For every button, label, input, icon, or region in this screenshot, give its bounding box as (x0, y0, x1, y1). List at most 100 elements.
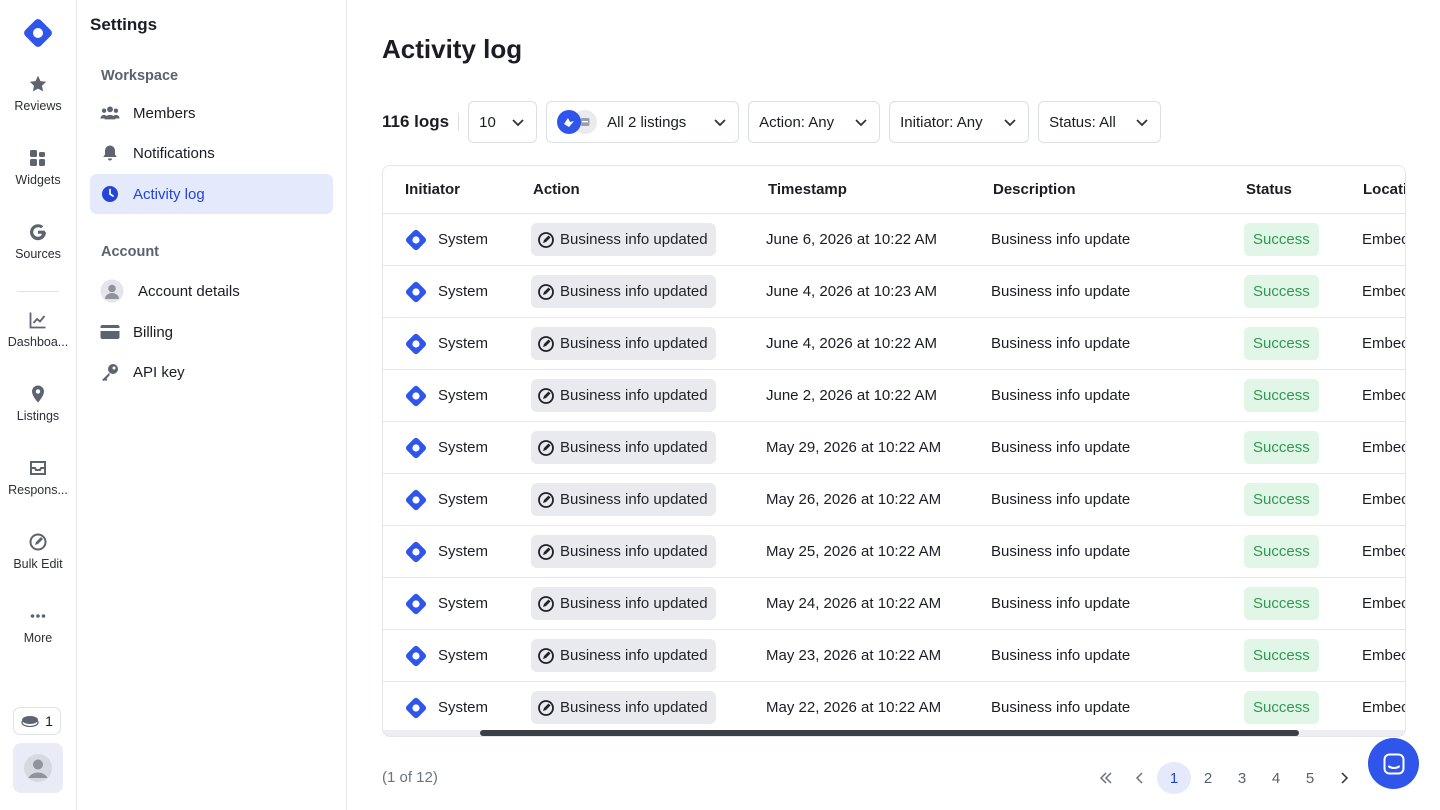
rail-item-bulk-edit[interactable]: Bulk Edit (0, 532, 76, 571)
status-filter[interactable]: Status: All (1038, 101, 1162, 143)
next-page-button[interactable] (1327, 762, 1361, 794)
bell-icon (103, 145, 117, 161)
edit-icon (538, 387, 554, 404)
column-header-location[interactable]: Locati (1363, 166, 1405, 214)
action-filter[interactable]: Action: Any (748, 101, 881, 143)
rail-item-listings[interactable]: Listings (0, 384, 76, 423)
rail-item-responses[interactable]: Respons... (0, 458, 76, 497)
page-button-5[interactable]: 5 (1293, 762, 1327, 794)
system-logo-icon (405, 437, 427, 458)
status-badge: Success (1244, 379, 1319, 412)
cell-location: Embec (1362, 335, 1406, 352)
rail-item-label: Sources (15, 247, 61, 261)
credits-counter[interactable]: 1 (13, 707, 61, 735)
settings-item-account-details[interactable]: Account details (90, 271, 333, 311)
credits-count: 1 (45, 713, 53, 729)
status-badge: Success (1244, 431, 1319, 464)
user-avatar-button[interactable] (13, 743, 63, 793)
settings-item-notifications[interactable]: Notifications (90, 133, 333, 173)
column-header-description[interactable]: Description (993, 166, 1076, 214)
cell-description: Business info update (991, 647, 1131, 664)
more-icon (30, 614, 46, 618)
cell-timestamp: June 6, 2026 at 10:22 AM (766, 231, 937, 248)
rail-item-dashboard[interactable]: Dashboa... (0, 310, 76, 349)
cell-initiator: System (403, 370, 488, 421)
cell-location: Embec (1362, 647, 1406, 664)
table-row[interactable]: System Business info updated May 26, 202… (383, 474, 1405, 526)
cell-timestamp: May 22, 2026 at 10:22 AM (766, 699, 942, 716)
prev-page-button[interactable] (1123, 762, 1157, 794)
table-row[interactable]: System Business info updated June 6, 202… (383, 214, 1405, 266)
settings-item-billing[interactable]: Billing (90, 312, 333, 352)
action-tag: Business info updated (531, 587, 716, 620)
chevron-down-icon (512, 119, 524, 127)
cell-timestamp: May 23, 2026 at 10:22 AM (766, 647, 942, 664)
cell-initiator: System (403, 266, 488, 317)
app-logo-icon[interactable] (22, 17, 54, 49)
cell-status: Success (1244, 474, 1319, 525)
initiator-name: System (438, 491, 489, 508)
rail-divider (17, 291, 59, 292)
cell-location: Embec (1362, 387, 1406, 404)
action-tag: Business info updated (531, 275, 716, 308)
chevron-left-icon (1135, 772, 1143, 784)
action-tag: Business info updated (531, 223, 716, 256)
chevron-down-icon (1136, 119, 1148, 127)
table-row[interactable]: System Business info updated May 25, 202… (383, 526, 1405, 578)
cell-timestamp: June 4, 2026 at 10:23 AM (766, 283, 937, 300)
action-label: Business info updated (560, 283, 708, 300)
action-label: Business info updated (560, 387, 708, 404)
column-header-action[interactable]: Action (533, 166, 580, 214)
column-header-status[interactable]: Status (1246, 166, 1292, 214)
action-tag: Business info updated (531, 691, 716, 724)
action-tag: Business info updated (531, 483, 716, 516)
cell-initiator: System (403, 526, 488, 577)
table-row[interactable]: System Business info updated May 23, 202… (383, 630, 1406, 682)
rail-item-label: Dashboa... (7, 335, 69, 349)
cell-description: Business info update (991, 439, 1131, 456)
settings-item-label: Activity log (133, 185, 205, 203)
page-button-3[interactable]: 3 (1225, 762, 1259, 794)
action-tag: Business info updated (531, 535, 716, 568)
star-icon (29, 75, 47, 92)
page-button-2[interactable]: 2 (1191, 762, 1225, 794)
column-header-initiator[interactable]: Initiator (405, 166, 460, 214)
chat-launcher-button[interactable] (1368, 738, 1419, 789)
listings-filter[interactable]: All 2 listings (546, 101, 740, 143)
page-button-1[interactable]: 1 (1157, 762, 1191, 794)
status-badge: Success (1244, 275, 1319, 308)
cell-timestamp: May 25, 2026 at 10:22 AM (766, 543, 942, 560)
filter-toolbar: 116 logs 10 All 2 listings Action: Any I… (382, 101, 1170, 143)
column-header-timestamp[interactable]: Timestamp (768, 166, 847, 214)
system-logo-icon (405, 281, 427, 302)
table-row[interactable]: System Business info updated June 4, 202… (383, 318, 1406, 370)
table-row[interactable]: System Business info updated June 2, 202… (383, 370, 1406, 422)
table-row[interactable]: System Business info updated May 22, 202… (383, 682, 1405, 734)
table-row[interactable]: System Business info updated June 4, 202… (383, 266, 1405, 318)
settings-sidebar: Settings Workspace Members Notifications… (77, 0, 347, 810)
page-button-4[interactable]: 4 (1259, 762, 1293, 794)
cell-timestamp: May 26, 2026 at 10:22 AM (766, 491, 942, 508)
scrollbar-thumb[interactable] (480, 730, 1299, 736)
table-row[interactable]: System Business info updated May 24, 202… (383, 578, 1405, 630)
rail-item-widgets[interactable]: Widgets (0, 148, 76, 187)
status-badge: Success (1244, 327, 1319, 360)
table-row[interactable]: System Business info updated May 29, 202… (383, 422, 1405, 474)
first-page-button[interactable] (1089, 762, 1123, 794)
activity-table: Initiator Action Timestamp Description S… (382, 165, 1406, 737)
rail-item-more[interactable]: More (0, 606, 76, 645)
cell-status: Success (1244, 578, 1319, 629)
cell-status: Success (1244, 370, 1319, 421)
initiator-name: System (438, 283, 489, 300)
settings-item-members[interactable]: Members (90, 93, 333, 133)
initiator-filter[interactable]: Initiator: Any (889, 101, 1030, 143)
system-logo-icon (405, 229, 427, 250)
rail-item-reviews[interactable]: Reviews (0, 74, 76, 113)
settings-item-api-key[interactable]: API key (90, 352, 333, 392)
horizontal-scrollbar[interactable] (383, 730, 1405, 736)
page-size-select[interactable]: 10 (468, 101, 538, 143)
rail-item-sources[interactable]: Sources (0, 222, 76, 261)
status-badge: Success (1244, 691, 1319, 724)
settings-item-activity-log[interactable]: Activity log (90, 174, 333, 214)
settings-item-label: Billing (133, 323, 174, 341)
